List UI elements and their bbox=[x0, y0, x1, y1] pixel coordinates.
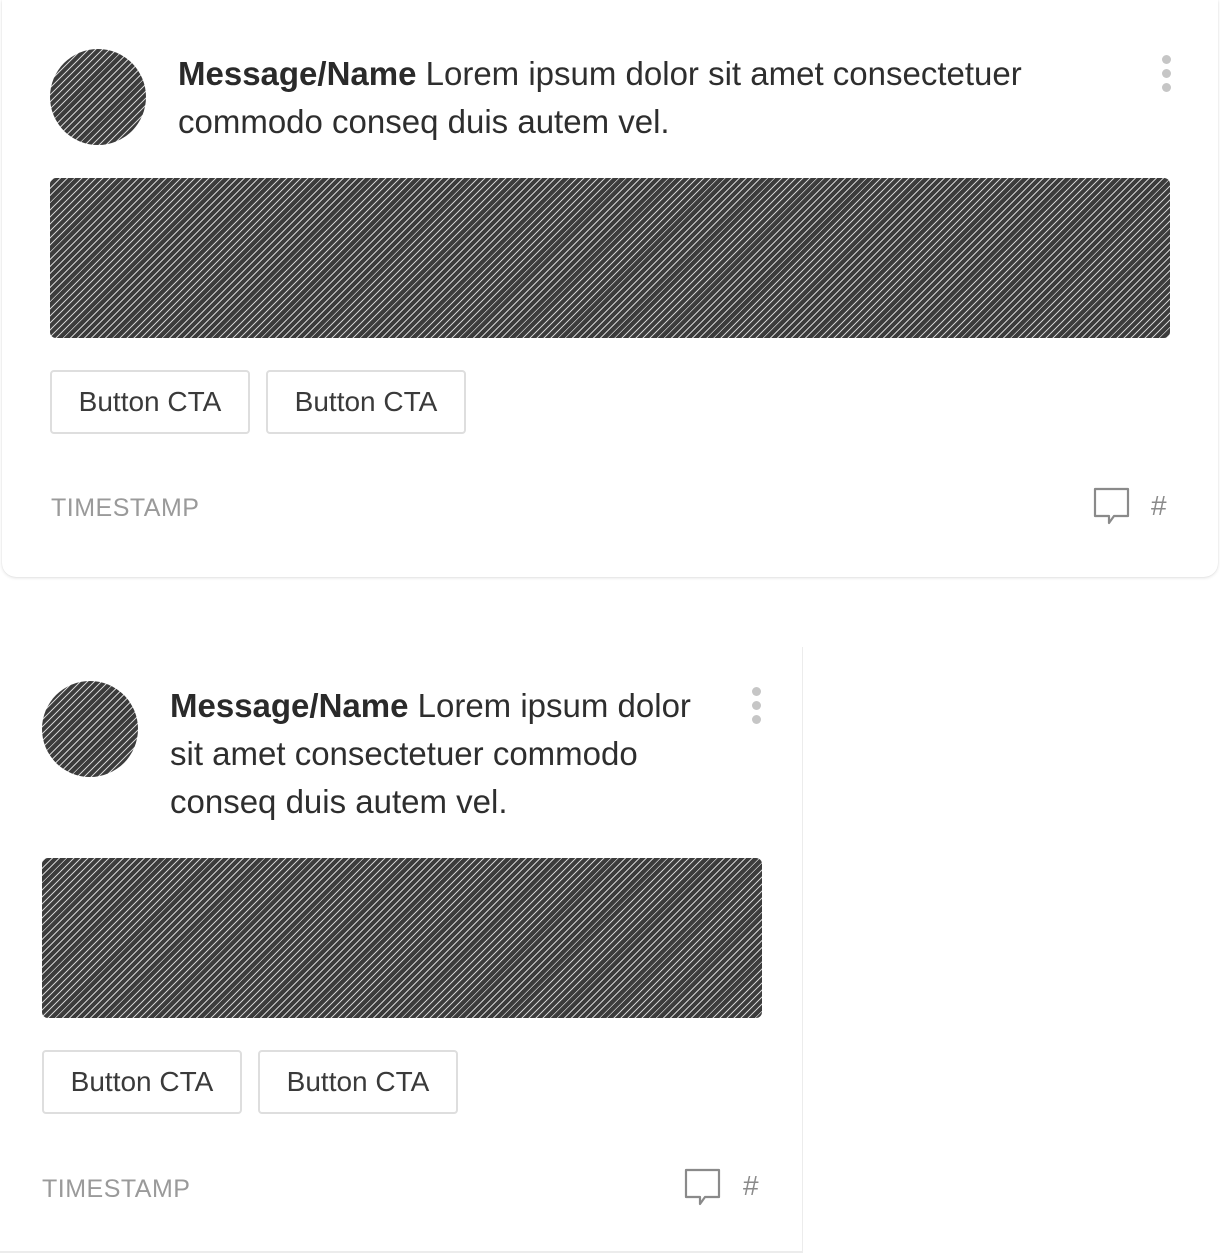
media-placeholder bbox=[50, 178, 1170, 338]
avatar bbox=[42, 681, 138, 777]
cta-button-secondary[interactable]: Button CTA bbox=[266, 370, 466, 434]
more-options-icon[interactable] bbox=[750, 687, 762, 727]
comment-icon[interactable] bbox=[1092, 487, 1132, 527]
more-options-icon[interactable] bbox=[1160, 55, 1172, 95]
message-card: Message/Name Lorem ipsum dolor sit amet … bbox=[0, 647, 803, 1253]
avatar bbox=[50, 49, 146, 145]
message-text: Message/Name Lorem ipsum dolor sit amet … bbox=[170, 682, 730, 826]
media-placeholder bbox=[42, 858, 762, 1018]
cta-button-primary[interactable]: Button CTA bbox=[42, 1050, 242, 1114]
cta-button-primary[interactable]: Button CTA bbox=[50, 370, 250, 434]
message-author: Message/Name bbox=[170, 687, 409, 724]
message-author: Message/Name bbox=[178, 55, 417, 92]
message-card: Message/Name Lorem ipsum dolor sit amet … bbox=[2, 0, 1218, 577]
cta-button-secondary[interactable]: Button CTA bbox=[258, 1050, 458, 1114]
timestamp: TIMESTAMP bbox=[42, 1175, 191, 1203]
comment-icon[interactable] bbox=[683, 1168, 723, 1208]
message-text: Message/Name Lorem ipsum dolor sit amet … bbox=[178, 50, 1128, 146]
comment-count[interactable]: # bbox=[1151, 490, 1167, 522]
timestamp: TIMESTAMP bbox=[51, 494, 200, 522]
comment-count[interactable]: # bbox=[743, 1170, 759, 1202]
